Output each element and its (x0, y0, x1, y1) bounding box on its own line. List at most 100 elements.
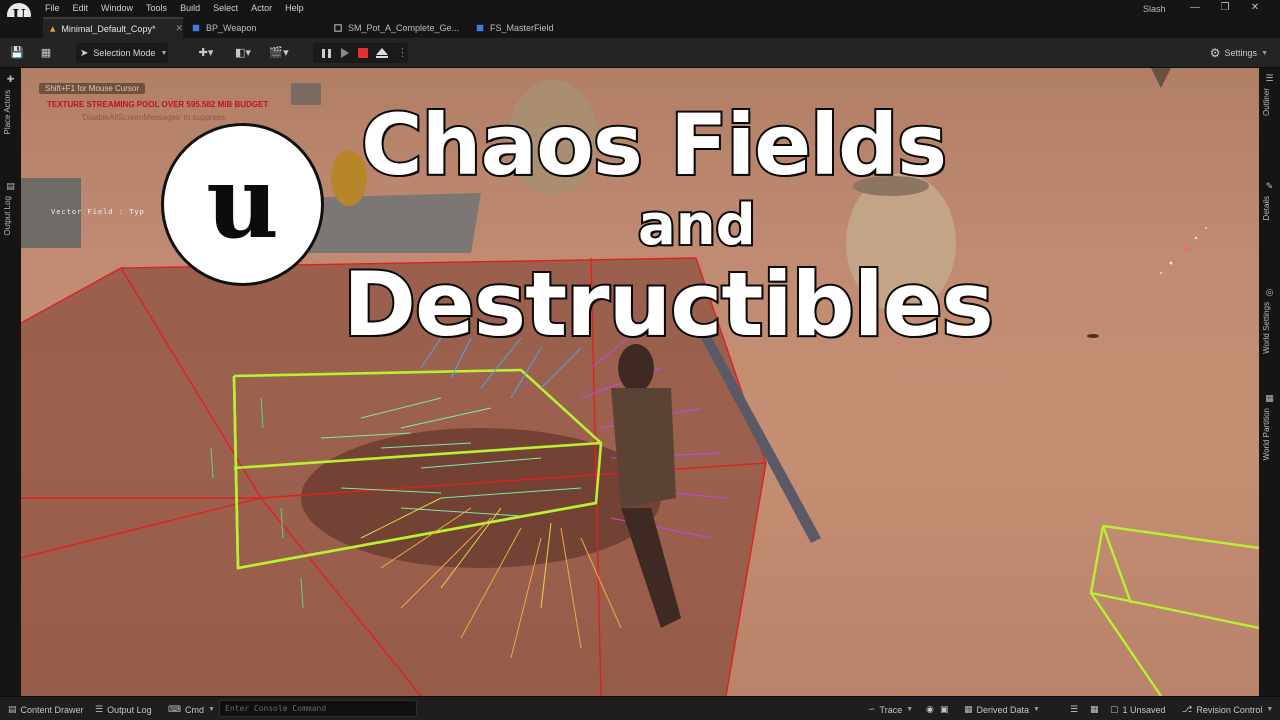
menu-bar: U File Edit Window Tools Build Select Ac… (0, 0, 1280, 27)
notification-icon[interactable]: ☰ (1070, 704, 1078, 715)
menu-window[interactable]: Window (101, 3, 133, 13)
minimize-icon[interactable]: — (1180, 2, 1210, 13)
tab-label: Minimal_Default_Copy* (61, 23, 156, 34)
play-icon[interactable] (341, 48, 349, 58)
content-drawer-label: Content Drawer (20, 704, 84, 715)
grid-icon[interactable]: ▦ (1090, 704, 1099, 715)
details-icon[interactable]: ✎ (1265, 182, 1274, 191)
menu-edit[interactable]: Edit (73, 3, 89, 13)
stone-block (291, 83, 321, 105)
streaming-warning: TEXTURE STREAMING POOL OVER 595.582 MiB … (47, 100, 269, 109)
pause-icon[interactable] (322, 49, 331, 58)
tab-label: SM_Pot_A_Complete_Ge... (348, 22, 460, 33)
document-tab-bar: Minimal_Default_Copy* ✕ BP_Weapon SM_Pot… (0, 17, 1280, 38)
menu-build[interactable]: Build (180, 3, 200, 13)
blueprint-menu-icon[interactable]: ◧▾ (230, 46, 256, 60)
right-side-panel: ☰ Outliner ✎ Details ◎ World Settings ▦ … (1259, 68, 1280, 696)
content-drawer-button[interactable]: ▤ Content Drawer (8, 704, 84, 715)
debris (1087, 334, 1099, 338)
cursor-icon: ➤ (80, 47, 89, 59)
unsaved-button[interactable]: ▢ 1 Unsaved (1110, 704, 1166, 715)
suppress-hint: 'DisableAllScreenMessages' to suppress (81, 113, 226, 122)
save-icon[interactable]: 💾 (10, 46, 24, 60)
tab-close-icon[interactable]: ✕ (175, 23, 183, 34)
left-side-panel: ✚ Place Actors ▤ Output Log (0, 68, 21, 696)
cmd-dropdown[interactable]: ⌨ Cmd ▼ (168, 704, 215, 715)
gear-icon: ⚙ (1209, 46, 1221, 60)
trace-dropdown[interactable]: ∽ Trace ▼ (868, 704, 913, 715)
main-menu: File Edit Window Tools Build Select Acto… (45, 3, 317, 13)
level-toolbar: 💾 ▦ ➤ Selection Mode ▼ ✚▾ ◧▾ 🎬▾ ⋮ ⚙ Sett… (0, 38, 1280, 68)
add-actor-icon[interactable]: ✚▾ (193, 46, 219, 60)
tab-label: BP_Weapon (206, 22, 257, 33)
revision-control-icon: ⎇ (1182, 704, 1193, 714)
selection-mode-label: Selection Mode (93, 48, 156, 58)
eject-icon[interactable] (376, 48, 388, 58)
thumbnail-title-line1: Chaos Fields (359, 94, 949, 196)
world-settings-tab[interactable]: World Settings (1262, 302, 1271, 354)
output-log-tab[interactable]: Output Log (3, 196, 12, 236)
record-icon[interactable]: ◉ (926, 704, 934, 715)
blueprint-icon (192, 24, 200, 31)
place-actors-tab[interactable]: Place Actors (3, 90, 12, 134)
output-log-icon[interactable]: ▤ (6, 182, 15, 191)
output-log-label: Output Log (107, 704, 152, 715)
menu-tools[interactable]: Tools (146, 3, 167, 13)
derived-data-button[interactable]: ▦ Derived Data ▼ (964, 704, 1040, 715)
world-partition-icon[interactable]: ▦ (1265, 394, 1274, 403)
user-name[interactable]: Slash (1143, 4, 1166, 14)
outliner-icon[interactable]: ☰ (1265, 74, 1274, 83)
status-bar: ▤ Content Drawer ☰ Output Log ⌨ Cmd ▼ En… (0, 696, 1280, 720)
revision-control-label: Revision Control (1196, 704, 1263, 715)
menu-actor[interactable]: Actor (251, 3, 272, 13)
menu-help[interactable]: Help (285, 3, 304, 13)
field-system-icon (476, 24, 484, 31)
derived-data-label: Derived Data (976, 704, 1030, 715)
tab-sm-pot[interactable]: SM_Pot_A_Complete_Ge... (327, 17, 467, 38)
unsaved-label: 1 Unsaved (1122, 704, 1166, 715)
trace-label: Trace (879, 704, 903, 715)
level-viewport[interactable]: Shift+F1 for Mouse Cursor TEXTURE STREAM… (21, 68, 1259, 696)
revision-control-button[interactable]: ⎇ Revision Control ▼ (1182, 704, 1273, 715)
trace-icon: ∽ (868, 704, 876, 714)
menu-file[interactable]: File (45, 3, 60, 13)
details-tab[interactable]: Details (1262, 196, 1271, 220)
menu-select[interactable]: Select (213, 3, 238, 13)
settings-label: Settings (1224, 48, 1258, 58)
selection-mode-dropdown[interactable]: ➤ Selection Mode ▼ (76, 43, 168, 63)
world-partition-tab[interactable]: World Partition (1262, 408, 1271, 460)
settings-button[interactable]: ⚙ Settings ▼ (1210, 46, 1268, 60)
thumbnail-title-line3: Destructibles (341, 251, 996, 358)
world-settings-icon[interactable]: ◎ (1265, 288, 1274, 297)
window-controls: — ❐ ✕ (1180, 2, 1270, 13)
vector-field-label: Vector Field : Typ (51, 208, 145, 216)
derived-data-icon: ▦ (964, 704, 973, 714)
chevron-down-icon: ▼ (906, 706, 914, 713)
terminal-icon: ⌨ (168, 704, 181, 714)
browse-icon[interactable]: ▦ (39, 46, 53, 60)
restore-icon[interactable]: ❐ (1210, 2, 1240, 13)
thumbnail-title-line2: and (636, 191, 758, 260)
chevron-down-icon: ▼ (160, 49, 168, 57)
cinematics-icon[interactable]: 🎬▾ (266, 46, 292, 60)
camera-icon[interactable]: ▣ (940, 704, 949, 715)
output-log-icon: ☰ (95, 704, 104, 714)
stop-icon[interactable] (358, 48, 368, 58)
place-actors-icon[interactable]: ✚ (6, 75, 15, 84)
vector-field-box-2 (1089, 524, 1259, 696)
more-options-icon[interactable]: ⋮ (397, 46, 408, 59)
console-command-input[interactable]: Enter Console Command (219, 700, 417, 717)
tab-fs-masterfield[interactable]: FS_MasterField (469, 17, 609, 38)
tab-minimal-default-copy[interactable]: Minimal_Default_Copy* ✕ (43, 17, 183, 38)
static-mesh-icon (334, 23, 342, 32)
logo-letter: u (206, 142, 279, 261)
level-icon (50, 25, 56, 32)
cmd-label: Cmd (185, 704, 205, 715)
close-icon[interactable]: ✕ (1240, 2, 1270, 13)
tab-bp-weapon[interactable]: BP_Weapon (185, 17, 325, 38)
outliner-tab[interactable]: Outliner (1262, 88, 1271, 116)
content-drawer-icon: ▤ (8, 704, 17, 714)
output-log-button[interactable]: ☰ Output Log (95, 704, 152, 715)
play-controls: ⋮ (313, 43, 408, 63)
chevron-down-icon: ▼ (1033, 706, 1040, 713)
